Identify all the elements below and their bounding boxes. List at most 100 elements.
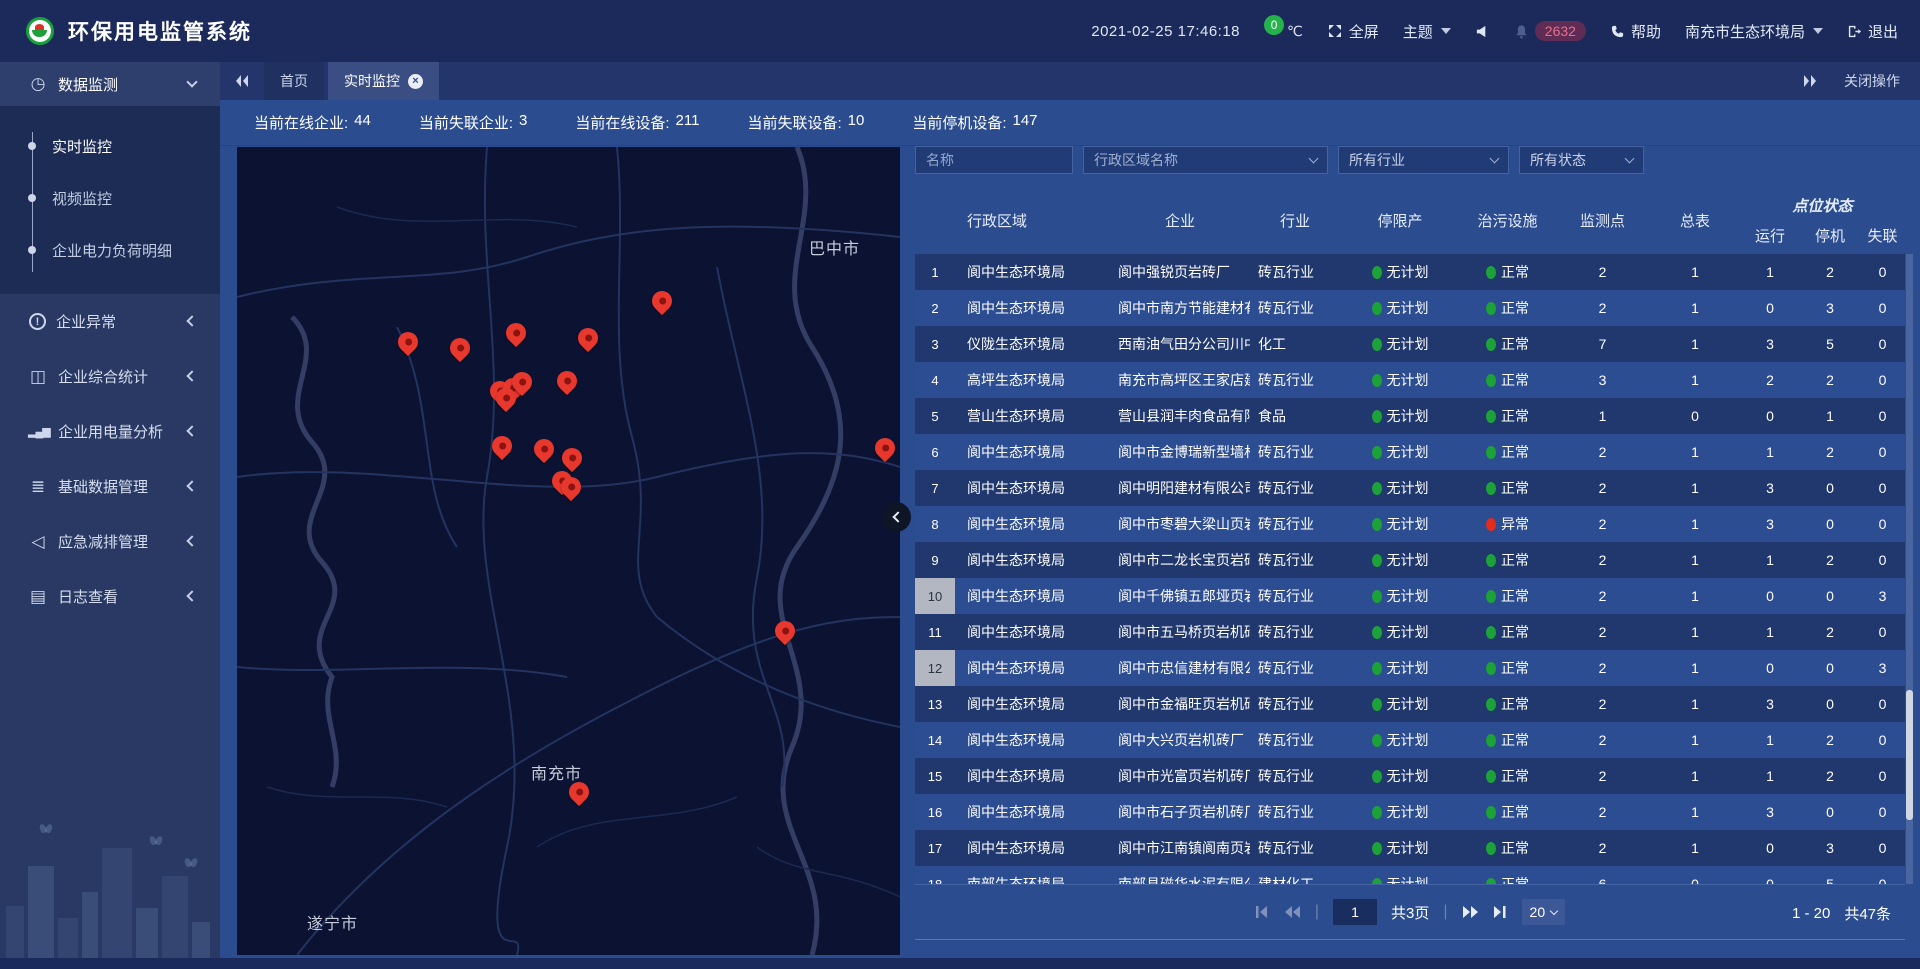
limit-status-text: 无计划 [1387, 874, 1429, 884]
table-row[interactable]: 6 阆中生态环境局 阆中市金博瑞新型墙材 砖瓦行业 无计划 正常 2 [915, 434, 1905, 470]
range-label: 1 - 20 [1792, 905, 1830, 922]
cell-monitor-points: 2 [1555, 290, 1650, 326]
cell-company: 阆中市金福旺页岩机砖 [1110, 686, 1250, 722]
user-menu[interactable]: 南充市生态环境局 [1685, 21, 1823, 42]
cell-stopped: 2 [1800, 758, 1860, 794]
cell-company: 营山县润丰肉食品有限 [1110, 398, 1250, 434]
cell-running: 0 [1740, 830, 1800, 866]
theme-button[interactable]: 主题 [1403, 21, 1451, 42]
prev-page-button[interactable] [1284, 905, 1301, 919]
table-row[interactable]: 15 阆中生态环境局 阆中市光富页岩机砖厂 砖瓦行业 无计划 正常 2 [915, 758, 1905, 794]
sidebar-item[interactable]: ▂▄▆ 企业用电量分析 [0, 404, 220, 459]
cell-company: 阆中市南方节能建材有 [1110, 290, 1250, 326]
table-row[interactable]: 17 阆中生态环境局 阆中市江南镇阆南页岩 砖瓦行业 无计划 正常 2 [915, 830, 1905, 866]
double-chevron-right-icon[interactable] [1802, 74, 1818, 88]
cell-facility-status: 正常 [1460, 650, 1555, 686]
cell-industry: 砖瓦行业 [1250, 758, 1340, 794]
speaker-button[interactable] [1475, 24, 1490, 39]
facility-status-text: 正常 [1501, 874, 1529, 884]
sidebar-item[interactable]: ! 企业异常 [0, 294, 220, 349]
cell-facility-status: 正常 [1460, 398, 1555, 434]
close-operations-button[interactable]: 关闭操作 [1844, 71, 1900, 91]
table-row[interactable]: 2 阆中生态环境局 阆中市南方节能建材有 砖瓦行业 无计划 正常 2 [915, 290, 1905, 326]
chevron-down-icon [1625, 153, 1635, 163]
sidebar-item-label: 基础数据管理 [58, 476, 148, 497]
green-status-dot-icon [1372, 446, 1382, 459]
table-row[interactable]: 7 阆中生态环境局 阆中明阳建材有限公司 砖瓦行业 无计划 正常 2 [915, 470, 1905, 506]
industry-filter-select[interactable]: 所有行业 [1338, 146, 1509, 174]
table-row[interactable]: 13 阆中生态环境局 阆中市金福旺页岩机砖 砖瓦行业 无计划 正常 2 [915, 686, 1905, 722]
sidebar-menu-list: ! 企业异常 ◫ 企业综合统计 ▂▄▆ 企业用电量分析 ≣ [0, 294, 220, 624]
tab[interactable]: 实时监控 × [328, 62, 439, 100]
map[interactable]: 巴中市 南充市 遂宁市 [237, 147, 900, 955]
table-row[interactable]: 1 阆中生态环境局 阆中强锐页岩砖厂 砖瓦行业 无计划 正常 2 [915, 254, 1905, 290]
status-dot-icon [1486, 410, 1496, 423]
last-page-button[interactable] [1493, 905, 1508, 919]
cell-industry: 砖瓦行业 [1250, 506, 1340, 542]
map-roads-layer [237, 147, 900, 955]
table-row[interactable]: 16 阆中生态环境局 阆中市石子页岩机砖厂 砖瓦行业 无计划 正常 2 [915, 794, 1905, 830]
scrollbar-thumb[interactable] [1906, 690, 1913, 820]
facility-status-text: 正常 [1501, 334, 1529, 354]
cell-row-number: 8 [915, 506, 955, 542]
page-number-input[interactable] [1333, 899, 1377, 925]
tabbar: 首页 × 实时监控 × 关闭操作 [220, 62, 1920, 100]
cell-running: 1 [1740, 542, 1800, 578]
sidebar-subitem-label: 实时监控 [52, 136, 112, 157]
sidebar-item-icon: ▂▄▆ [28, 425, 48, 438]
first-page-button[interactable] [1255, 905, 1270, 919]
green-status-dot-icon [1372, 410, 1382, 423]
cell-lost: 0 [1860, 866, 1905, 884]
cell-monitor-points: 2 [1555, 542, 1650, 578]
cell-facility-status: 正常 [1460, 434, 1555, 470]
table-row[interactable]: 14 阆中生态环境局 阆中大兴页岩机砖厂 砖瓦行业 无计划 正常 2 [915, 722, 1905, 758]
sidebar-item[interactable]: ◁ 应急减排管理 [0, 514, 220, 569]
table-row[interactable]: 10 阆中生态环境局 阆中千佛镇五郎垭页岩 砖瓦行业 无计划 正常 2 [915, 578, 1905, 614]
group-header-label: 点位状态 [1740, 195, 1905, 216]
sidebar-item[interactable]: ≣ 基础数据管理 [0, 459, 220, 514]
fullscreen-button[interactable]: 全屏 [1327, 21, 1379, 42]
limit-status-text: 无计划 [1387, 442, 1429, 462]
table-row[interactable]: 18 南部生态环境局 南部县磁华水泥有限公 建材化工 无计划 正常 6 [915, 866, 1905, 884]
table-scrollbar[interactable] [1906, 254, 1913, 884]
name-filter-input[interactable] [915, 146, 1073, 174]
region-filter-select[interactable]: 行政区域名称 [1083, 146, 1328, 174]
sidebar-subitem-label: 视频监控 [52, 188, 112, 209]
limit-status-text: 无计划 [1387, 730, 1429, 750]
sidebar-subitem[interactable]: 实时监控 [0, 120, 220, 172]
sidebar-item[interactable]: ▤ 日志查看 [0, 569, 220, 624]
table-row[interactable]: 5 营山生态环境局 营山县润丰肉食品有限 食品 无计划 正常 1 [915, 398, 1905, 434]
table-row[interactable]: 12 阆中生态环境局 阆中市忠信建材有限公 砖瓦行业 无计划 正常 2 [915, 650, 1905, 686]
tabs-scroll-left-button[interactable] [220, 62, 264, 100]
pagination-summary: 1 - 20 共47条 [1792, 885, 1891, 941]
page-size-select[interactable]: 20 [1522, 899, 1566, 925]
stat-label: 当前在线企业: [254, 112, 348, 133]
window-bottom-strip [0, 958, 1920, 969]
logout-button[interactable]: 退出 [1847, 21, 1898, 42]
cell-total-meters: 1 [1650, 434, 1740, 470]
sidebar-item[interactable]: ◫ 企业综合统计 [0, 349, 220, 404]
cell-industry: 砖瓦行业 [1250, 650, 1340, 686]
table-row[interactable]: 4 高坪生态环境局 南充市高坪区王家店建 砖瓦行业 无计划 正常 3 [915, 362, 1905, 398]
help-button[interactable]: 帮助 [1610, 21, 1661, 42]
tab-close-icon[interactable]: × [408, 74, 423, 89]
notifications[interactable]: 2632 [1514, 21, 1586, 41]
next-page-button[interactable] [1462, 905, 1479, 919]
cell-lost: 0 [1860, 686, 1905, 722]
sidebar-group-data-monitoring[interactable]: ◷ 数据监测 [0, 62, 220, 106]
sidebar-subitem[interactable]: 企业电力负荷明细 [0, 224, 220, 276]
status-dot-icon [1486, 554, 1496, 567]
temperature-value: 0 [1264, 15, 1284, 35]
cell-lost: 0 [1860, 506, 1905, 542]
tab[interactable]: 首页 × [264, 62, 324, 100]
table-row[interactable]: 11 阆中生态环境局 阆中市五马桥页岩机砖 砖瓦行业 无计划 正常 2 [915, 614, 1905, 650]
caret-down-icon [1813, 28, 1823, 34]
table-row[interactable]: 8 阆中生态环境局 阆中市枣碧大梁山页岩 砖瓦行业 无计划 异常 2 [915, 506, 1905, 542]
panel-collapse-toggle[interactable] [881, 502, 911, 532]
status-filter-select[interactable]: 所有状态 [1519, 146, 1644, 174]
region-filter-value: 行政区域名称 [1094, 150, 1178, 170]
cell-limit-status: 无计划 [1340, 470, 1460, 506]
table-row[interactable]: 3 仪陇生态环境局 西南油气田分公司川中 化工 无计划 正常 7 [915, 326, 1905, 362]
sidebar-subitem[interactable]: 视频监控 [0, 172, 220, 224]
table-row[interactable]: 9 阆中生态环境局 阆中市二龙长宝页岩砖 砖瓦行业 无计划 正常 2 [915, 542, 1905, 578]
